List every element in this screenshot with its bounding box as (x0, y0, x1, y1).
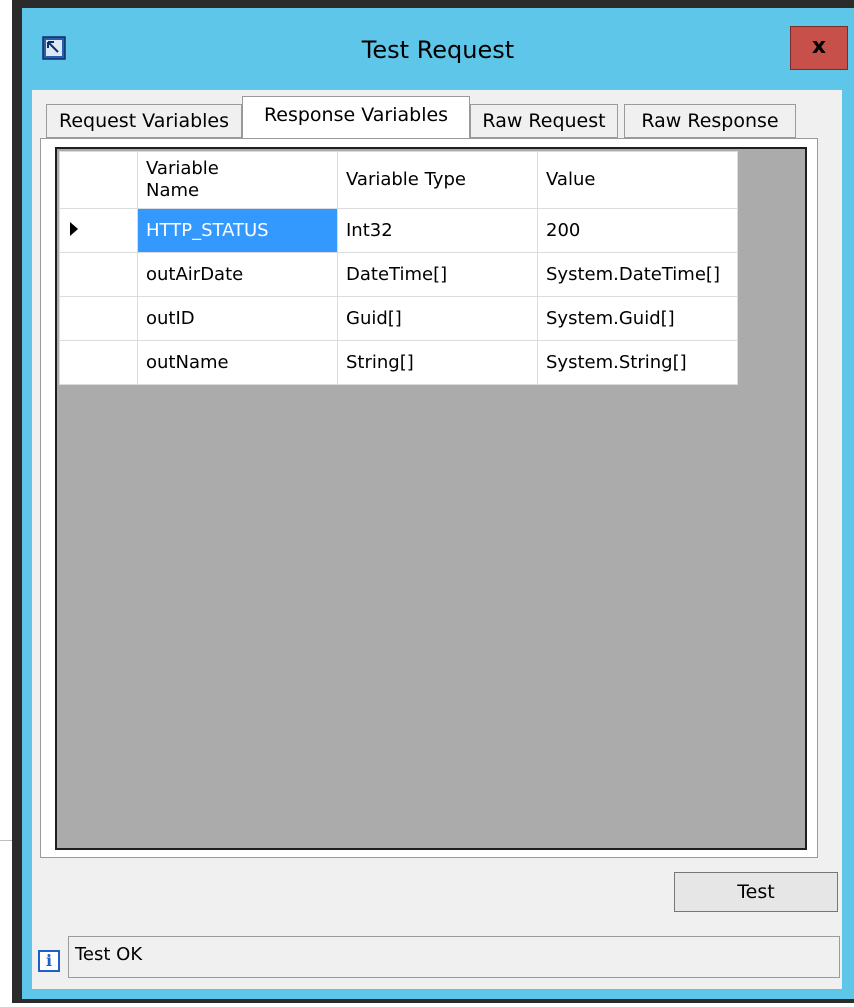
background-divider (0, 840, 12, 841)
row-header[interactable] (59, 252, 138, 297)
cell-variable-name[interactable]: outName (137, 340, 338, 385)
grid-corner-cell[interactable] (59, 151, 138, 209)
table-row[interactable]: outAirDate DateTime[] System.DateTime[] (59, 252, 738, 297)
cell-variable-type[interactable]: Guid[] (337, 296, 538, 341)
current-row-arrow-icon (70, 222, 78, 236)
cell-variable-name[interactable]: HTTP_STATUS (137, 208, 338, 253)
table-row[interactable]: HTTP_STATUS Int32 200 (59, 208, 738, 253)
test-button[interactable]: Test (674, 872, 838, 912)
cell-variable-type[interactable]: String[] (337, 340, 538, 385)
info-icon: i (38, 950, 60, 972)
dialog-window: Test Request x Request Variables Respons… (12, 0, 854, 1003)
grid-header-row: Variable Name Variable Type Value (59, 151, 738, 209)
row-header-current[interactable] (59, 208, 138, 253)
variables-grid[interactable]: Variable Name Variable Type Value HTTP_S… (55, 147, 807, 850)
cell-value[interactable]: System.DateTime[] (537, 252, 738, 297)
dialog-client-area: Request Variables Response Variables Raw… (32, 90, 842, 989)
tab-request-variables[interactable]: Request Variables (46, 104, 242, 138)
cell-value[interactable]: 200 (537, 208, 738, 253)
response-variables-panel: Variable Name Variable Type Value HTTP_S… (40, 138, 818, 858)
tab-raw-request[interactable]: Raw Request (470, 104, 618, 138)
cell-value[interactable]: System.String[] (537, 340, 738, 385)
table-row[interactable]: outName String[] System.String[] (59, 340, 738, 385)
cell-variable-name[interactable]: outID (137, 296, 338, 341)
column-header-variable-name[interactable]: Variable Name (137, 151, 338, 209)
row-header[interactable] (59, 340, 138, 385)
column-header-label: Variable Name (146, 158, 219, 201)
cell-variable-type[interactable]: Int32 (337, 208, 538, 253)
window-title: Test Request (361, 36, 515, 64)
row-header[interactable] (59, 296, 138, 341)
status-text: Test OK (68, 936, 840, 978)
cell-variable-name[interactable]: outAirDate (137, 252, 338, 297)
tab-raw-response[interactable]: Raw Response (624, 104, 796, 138)
cell-value[interactable]: System.Guid[] (537, 296, 738, 341)
variables-table: Variable Name Variable Type Value HTTP_S… (59, 151, 738, 385)
table-row[interactable]: outID Guid[] System.Guid[] (59, 296, 738, 341)
column-header-value[interactable]: Value (537, 151, 738, 209)
tab-response-variables[interactable]: Response Variables (242, 96, 470, 138)
cell-variable-type[interactable]: DateTime[] (337, 252, 538, 297)
column-header-variable-type[interactable]: Variable Type (337, 151, 538, 209)
close-button[interactable]: x (790, 26, 848, 70)
window-frame: Test Request x Request Variables Respons… (22, 8, 854, 999)
title-bar[interactable]: Test Request x (22, 8, 854, 90)
